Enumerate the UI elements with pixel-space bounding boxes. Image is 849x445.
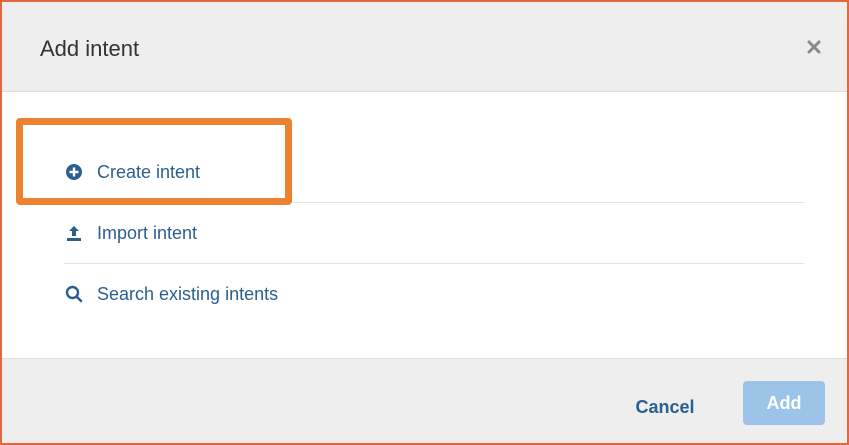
create-intent-option[interactable]: Create intent [64,142,804,202]
close-icon-glyph [807,40,821,54]
search-icon [64,284,84,304]
search-existing-intents-option[interactable]: Search existing intents [64,263,804,323]
import-intent-label: Import intent [97,222,198,243]
dialog-header: Add intent [2,2,847,92]
import-intent-option[interactable]: Import intent [64,202,804,262]
upload-icon [64,223,84,243]
create-intent-label: Create intent [97,162,201,182]
cancel-button[interactable]: Cancel [620,392,710,422]
add-button[interactable]: Add [743,381,825,425]
search-existing-intents-label: Search existing intents [97,283,279,304]
dialog-footer: Cancel Add [2,358,847,443]
close-icon[interactable] [803,36,825,58]
plus-circle-icon [64,162,84,182]
dialog-title: Add intent [40,36,140,61]
add-intent-dialog: Add intent Create intent Import intent S… [0,0,849,445]
dialog-body: Create intent Import intent Search exist… [2,92,847,358]
